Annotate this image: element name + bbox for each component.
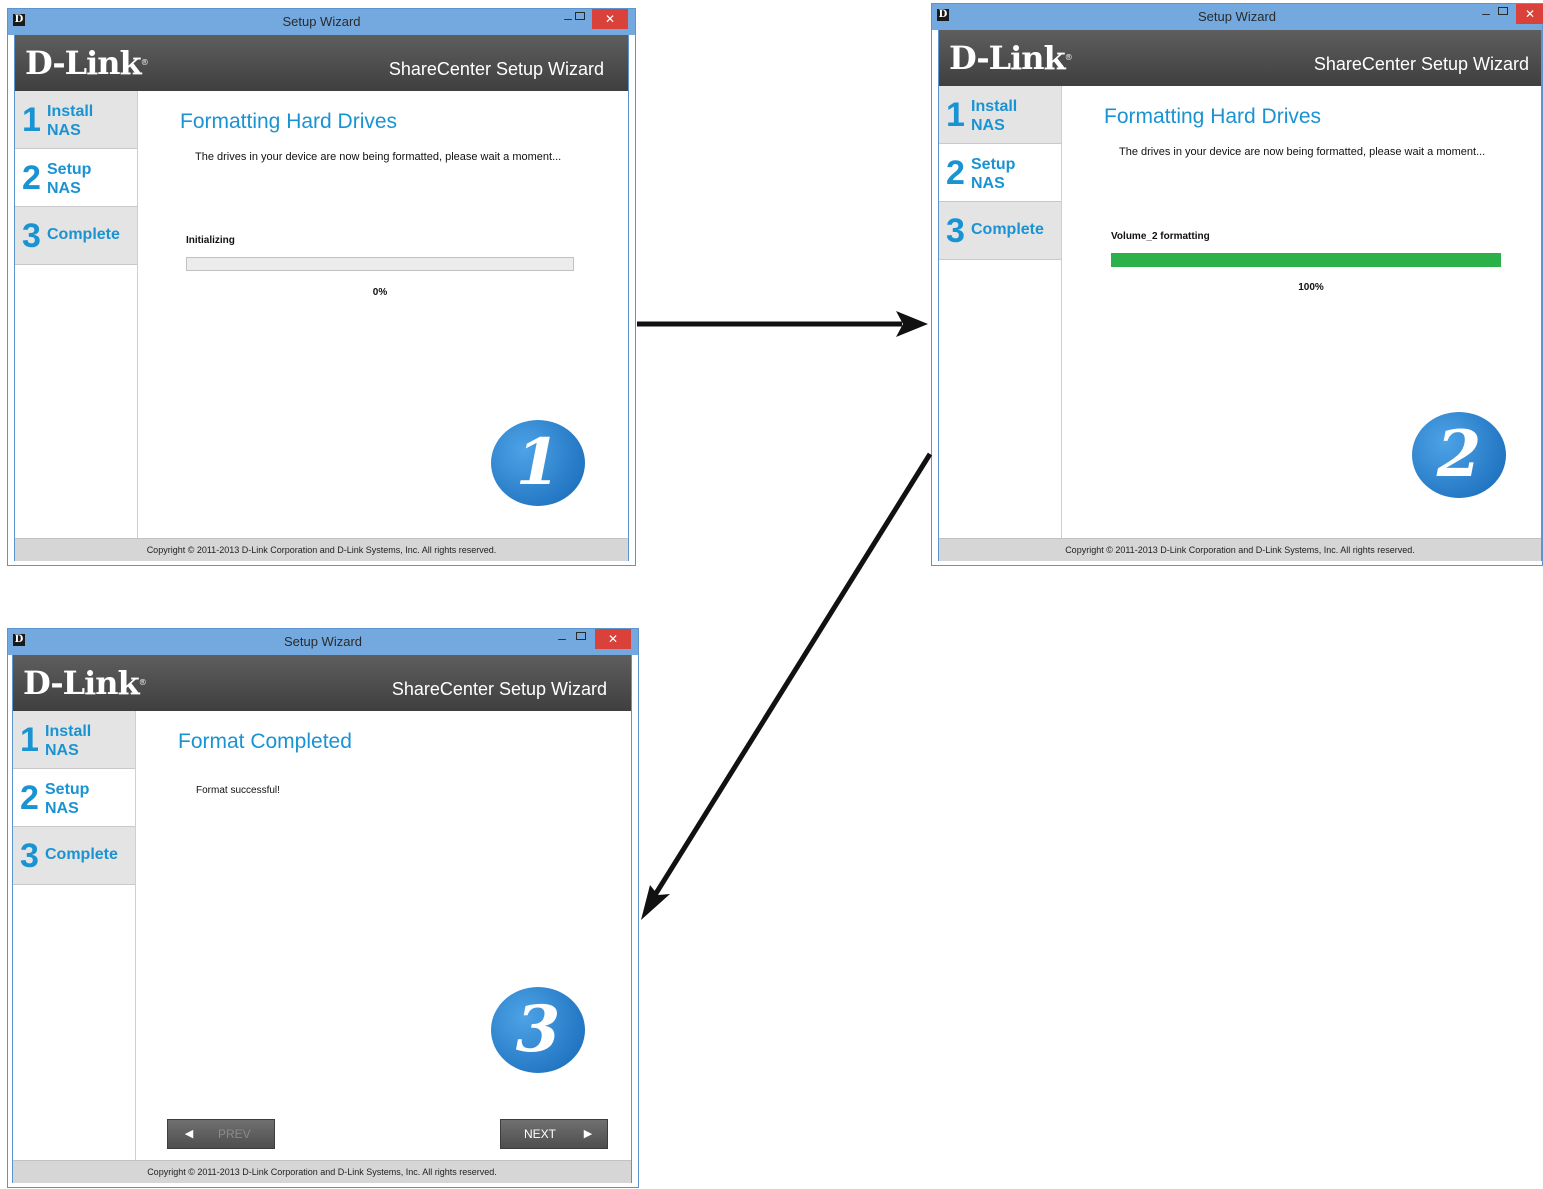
wizard-content: Format Completed Format successful! 3 ◀ … bbox=[136, 711, 631, 1161]
arrow-right-icon: ▶ bbox=[583, 1128, 593, 1140]
window-title: Setup Wizard bbox=[1197, 9, 1277, 24]
page-title: Formatting Hard Drives bbox=[180, 110, 398, 133]
maximize-icon[interactable] bbox=[575, 12, 585, 20]
step-install-nas: 1 Install NAS bbox=[15, 91, 137, 149]
next-button[interactable]: NEXT ▶ bbox=[500, 1119, 608, 1149]
prev-label: PREV bbox=[218, 1127, 251, 1141]
step-number: 3 bbox=[946, 212, 965, 250]
step-label: Install NAS bbox=[45, 723, 92, 759]
wizard-body: D-Link® ShareCenter Setup Wizard 1 Insta… bbox=[14, 35, 629, 561]
setup-wizard-window-2: D Setup Wizard – ✕ D-Link® ShareCenter S… bbox=[931, 3, 1543, 566]
minimize-icon[interactable]: – bbox=[553, 630, 571, 646]
description-text: The drives in your device are now being … bbox=[195, 151, 562, 163]
step-number: 3 bbox=[20, 837, 39, 875]
close-icon[interactable]: ✕ bbox=[1516, 4, 1543, 24]
step-complete: 3 Complete bbox=[939, 202, 1061, 260]
wizard-body: D-Link® ShareCenter Setup Wizard 1 Insta… bbox=[12, 655, 632, 1183]
maximize-icon[interactable] bbox=[576, 632, 586, 640]
step-install-nas: 1 Install NAS bbox=[939, 86, 1061, 144]
wizard-subtitle: ShareCenter Setup Wizard bbox=[1313, 54, 1529, 74]
arrow-window1-to-window2 bbox=[637, 311, 928, 337]
step-number: 3 bbox=[22, 217, 41, 255]
step-label: Complete bbox=[971, 221, 1044, 238]
step-label: Complete bbox=[47, 226, 120, 243]
wizard-subtitle: ShareCenter Setup Wizard bbox=[391, 679, 607, 699]
arrow-window2-to-window3 bbox=[641, 452, 933, 920]
step-setup-nas: 2 Setup NAS bbox=[939, 144, 1061, 202]
wizard-body: D-Link® ShareCenter Setup Wizard 1 Insta… bbox=[938, 30, 1542, 561]
arrow-left-icon: ◀ bbox=[184, 1128, 194, 1140]
step-badge-2: 2 bbox=[1412, 412, 1506, 498]
step-sidebar: 1 Install NAS 2 Setup NAS 3 Complete bbox=[15, 91, 138, 539]
step-install-nas: 1 Install NAS bbox=[13, 711, 135, 769]
setup-wizard-window-3: D Setup Wizard – ✕ D-Link® ShareCenter S… bbox=[7, 628, 639, 1188]
title-bar[interactable]: D Setup Wizard – ✕ bbox=[8, 629, 638, 655]
progress-bar bbox=[1111, 253, 1501, 267]
progress-percent: 100% bbox=[1298, 282, 1324, 293]
progress-percent: 0% bbox=[372, 287, 388, 298]
step-number: 2 bbox=[22, 159, 41, 197]
copyright-footer: Copyright © 2011-2013 D-Link Corporation… bbox=[13, 1160, 631, 1183]
step-label: Complete bbox=[45, 846, 118, 863]
window-title: Setup Wizard bbox=[283, 634, 363, 649]
description-text: The drives in your device are now being … bbox=[1119, 146, 1486, 158]
step-complete: 3 Complete bbox=[15, 207, 137, 265]
copyright-footer: Copyright © 2011-2013 D-Link Corporation… bbox=[15, 538, 628, 561]
step-sidebar: 1 Install NAS 2 Setup NAS 3 Complete bbox=[13, 711, 136, 1161]
minimize-icon[interactable]: – bbox=[1477, 5, 1495, 21]
step-number: 1 bbox=[20, 721, 39, 759]
step-setup-nas: 2 Setup NAS bbox=[13, 769, 135, 827]
description-text: Format successful! bbox=[196, 785, 280, 796]
step-label: Install NAS bbox=[47, 103, 94, 139]
step-label: Setup NAS bbox=[47, 161, 92, 197]
progress-bar bbox=[186, 257, 574, 271]
dlink-logo: D-Link® bbox=[23, 664, 147, 702]
step-sidebar: 1 Install NAS 2 Setup NAS 3 Complete bbox=[939, 86, 1062, 539]
step-setup-nas: 2 Setup NAS bbox=[15, 149, 137, 207]
step-label: Setup NAS bbox=[971, 156, 1016, 192]
title-bar[interactable]: D Setup Wizard – ✕ bbox=[8, 9, 635, 35]
page-title: Formatting Hard Drives bbox=[1104, 105, 1322, 128]
wizard-content: Formatting Hard Drives The drives in you… bbox=[138, 91, 628, 539]
progress-fill bbox=[1111, 253, 1501, 267]
step-number: 2 bbox=[20, 779, 39, 817]
next-label: NEXT bbox=[524, 1127, 557, 1141]
wizard-content: Formatting Hard Drives The drives in you… bbox=[1062, 86, 1541, 539]
step-complete: 3 Complete bbox=[13, 827, 135, 885]
step-number: 2 bbox=[946, 154, 965, 192]
wizard-header: D-Link® ShareCenter Setup Wizard bbox=[13, 655, 631, 711]
prev-button[interactable]: ◀ PREV bbox=[167, 1119, 275, 1149]
step-label: Install NAS bbox=[971, 98, 1018, 134]
close-icon[interactable]: ✕ bbox=[595, 629, 631, 649]
window-title: Setup Wizard bbox=[282, 14, 361, 29]
dlink-logo: D-Link® bbox=[949, 39, 1073, 77]
step-label: Setup NAS bbox=[45, 781, 90, 817]
step-badge-1: 1 bbox=[491, 420, 585, 506]
close-icon[interactable]: ✕ bbox=[592, 9, 628, 29]
step-badge-3: 3 bbox=[491, 987, 585, 1073]
step-number: 1 bbox=[946, 96, 965, 134]
title-bar[interactable]: D Setup Wizard – ✕ bbox=[932, 4, 1543, 30]
dlink-logo: D-Link® bbox=[25, 44, 149, 82]
maximize-icon[interactable] bbox=[1498, 7, 1508, 15]
progress-status: Volume_2 formatting bbox=[1111, 231, 1210, 242]
progress-status: Initializing bbox=[186, 235, 235, 246]
wizard-subtitle: ShareCenter Setup Wizard bbox=[388, 59, 604, 79]
wizard-header: D-Link® ShareCenter Setup Wizard bbox=[15, 35, 628, 91]
step-number: 1 bbox=[22, 101, 41, 139]
copyright-footer: Copyright © 2011-2013 D-Link Corporation… bbox=[939, 538, 1541, 561]
wizard-header: D-Link® ShareCenter Setup Wizard bbox=[939, 30, 1541, 86]
page-title: Format Completed bbox=[178, 730, 352, 753]
setup-wizard-window-1: D Setup Wizard – ✕ D-Link® ShareCenter S… bbox=[7, 8, 636, 566]
